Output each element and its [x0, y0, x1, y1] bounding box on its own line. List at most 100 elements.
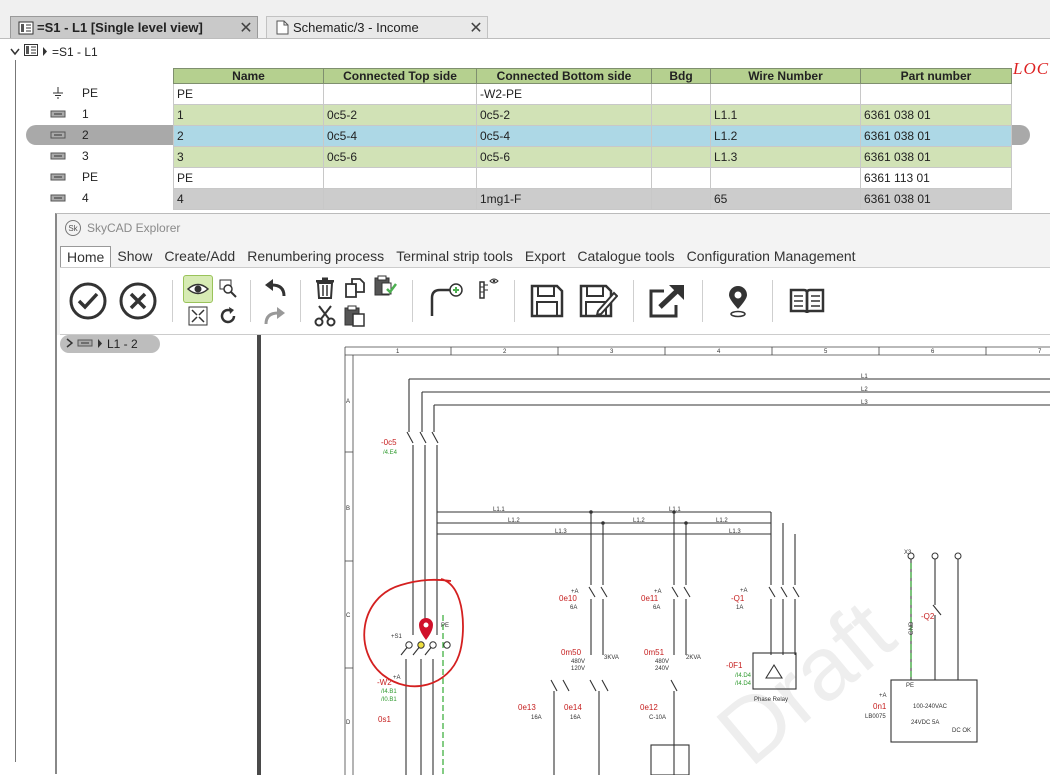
table-cell[interactable]: 0c5-2 [323, 104, 477, 126]
component-tag: 0e12 [640, 703, 658, 712]
chevron-right-icon[interactable] [66, 337, 74, 351]
table-cell[interactable]: 0c5-6 [476, 146, 652, 168]
menu-renumbering-process[interactable]: Renumbering process [241, 246, 390, 266]
location-icon[interactable] [720, 281, 756, 321]
table-row[interactable]: PE -W2-PE [173, 83, 1012, 105]
cut-icon[interactable] [313, 304, 337, 328]
document-tab-bar: =S1 - L1 [Single level view] ✕ Schematic… [0, 0, 1050, 39]
zoom-icon[interactable] [216, 276, 240, 300]
save-as-icon[interactable] [577, 281, 619, 321]
tree-root-node[interactable]: =S1 - L1 [10, 44, 98, 59]
tree-item[interactable]: 1 [50, 103, 170, 124]
table-cell[interactable] [323, 167, 477, 189]
column-header[interactable]: Connected Bottom side [476, 68, 652, 84]
table-cell[interactable] [651, 146, 711, 168]
menu-home[interactable]: Home [60, 245, 112, 267]
tree-item[interactable]: 3 [50, 145, 170, 166]
table-cell[interactable]: 6361 038 01 [860, 125, 1012, 147]
wire-label: L1.3 [555, 529, 567, 535]
wire-label: L1.1 [669, 507, 681, 513]
table-cell[interactable]: PE [173, 167, 324, 189]
menu-catalogue-tools[interactable]: Catalogue tools [571, 246, 680, 266]
chevron-right-icon[interactable] [97, 337, 103, 351]
toolbar-separator [172, 280, 173, 322]
column-header[interactable]: Wire Number [710, 68, 861, 84]
copy-icon[interactable] [343, 276, 367, 300]
tree-item[interactable]: PE [50, 82, 170, 103]
window-title-bar[interactable]: Sk SkyCAD Explorer [57, 214, 1050, 242]
table-cell[interactable]: PE [173, 83, 324, 105]
toolbar-separator [412, 280, 413, 322]
table-cell[interactable]: 0c5-2 [476, 104, 652, 126]
menu-show[interactable]: Show [111, 246, 158, 266]
column-header[interactable]: Name [173, 68, 324, 84]
table-cell[interactable]: 6361 038 01 [860, 104, 1012, 126]
terminal-view-icon[interactable] [476, 276, 502, 302]
column-header[interactable]: Part number [860, 68, 1012, 84]
table-cell[interactable]: L1.1 [710, 104, 861, 126]
chevron-down-icon[interactable] [10, 45, 20, 59]
fit-icon[interactable] [186, 304, 210, 328]
schematic-canvas[interactable]: Draft 1 2 3 4 5 6 7 A B C D L1 L2 L3 L1.… [261, 335, 1050, 775]
table-cell[interactable]: 3 [173, 146, 324, 168]
menu-terminal-strip-tools[interactable]: Terminal strip tools [390, 246, 519, 266]
paste-icon[interactable] [343, 304, 367, 328]
column-header[interactable]: Bdg [651, 68, 711, 84]
table-cell[interactable]: L1.3 [710, 146, 861, 168]
chevron-right-icon[interactable] [42, 45, 48, 59]
table-cell[interactable]: 0c5-6 [323, 146, 477, 168]
table-row[interactable]: 4 1mg1-F 65 6361 038 01 [173, 188, 1012, 210]
tree-node-l1-2[interactable]: L1 - 2 [60, 335, 160, 353]
table-cell[interactable]: -W2-PE [476, 83, 652, 105]
refresh-icon[interactable] [216, 304, 240, 328]
table-row[interactable]: PE 6361 113 01 [173, 167, 1012, 189]
table-cell[interactable] [651, 83, 711, 105]
table-cell[interactable]: 6361 113 01 [860, 167, 1012, 189]
redo-icon[interactable] [263, 304, 287, 328]
menu-configuration-management[interactable]: Configuration Management [681, 246, 862, 266]
menu-create-add[interactable]: Create/Add [158, 246, 241, 266]
confirm-icon[interactable] [68, 281, 108, 321]
menu-export[interactable]: Export [519, 246, 571, 266]
table-row-selected[interactable]: 2 0c5-4 0c5-4 L1.2 6361 038 01 [173, 125, 1012, 147]
table-cell[interactable]: 6361 038 01 [860, 146, 1012, 168]
delete-icon[interactable] [313, 276, 337, 300]
table-cell[interactable]: 1 [173, 104, 324, 126]
table-cell[interactable] [651, 188, 711, 210]
column-header[interactable]: Connected Top side [323, 68, 477, 84]
close-icon[interactable]: ✕ [465, 18, 487, 38]
table-cell[interactable]: 65 [710, 188, 861, 210]
table-cell[interactable]: 2 [173, 125, 324, 147]
table-cell[interactable] [710, 167, 861, 189]
tree-item-selected[interactable]: 2 [50, 124, 170, 145]
tree-item[interactable]: PE [50, 166, 170, 187]
export-icon[interactable] [647, 281, 687, 321]
table-cell[interactable]: 0c5-4 [323, 125, 477, 147]
undo-icon[interactable] [263, 276, 287, 300]
table-cell[interactable] [651, 167, 711, 189]
table-cell[interactable]: 4 [173, 188, 324, 210]
table-cell[interactable] [651, 104, 711, 126]
book-icon[interactable] [787, 283, 827, 319]
table-cell[interactable]: 6361 038 01 [860, 188, 1012, 210]
save-icon[interactable] [527, 281, 567, 321]
table-cell[interactable] [651, 125, 711, 147]
paste-special-icon[interactable] [373, 274, 399, 298]
tab-schematic-income[interactable]: Schematic/3 - Income ✕ [266, 16, 488, 38]
view-icon[interactable] [183, 275, 213, 303]
table-cell[interactable]: 1mg1-F [476, 188, 652, 210]
table-cell[interactable] [710, 83, 861, 105]
cancel-icon[interactable] [118, 281, 158, 321]
table-row[interactable]: 1 0c5-2 0c5-2 L1.1 6361 038 01 [173, 104, 1012, 126]
table-cell[interactable] [860, 83, 1012, 105]
table-cell[interactable]: L1.2 [710, 125, 861, 147]
table-cell[interactable] [323, 188, 477, 210]
table-cell[interactable] [476, 167, 652, 189]
table-cell[interactable] [323, 83, 477, 105]
add-connection-icon[interactable] [424, 282, 464, 318]
tab-single-level-view[interactable]: =S1 - L1 [Single level view] ✕ [10, 16, 258, 38]
tree-item[interactable]: 4 [50, 187, 170, 208]
close-icon[interactable]: ✕ [235, 18, 257, 38]
table-cell[interactable]: 0c5-4 [476, 125, 652, 147]
table-row[interactable]: 3 0c5-6 0c5-6 L1.3 6361 038 01 [173, 146, 1012, 168]
